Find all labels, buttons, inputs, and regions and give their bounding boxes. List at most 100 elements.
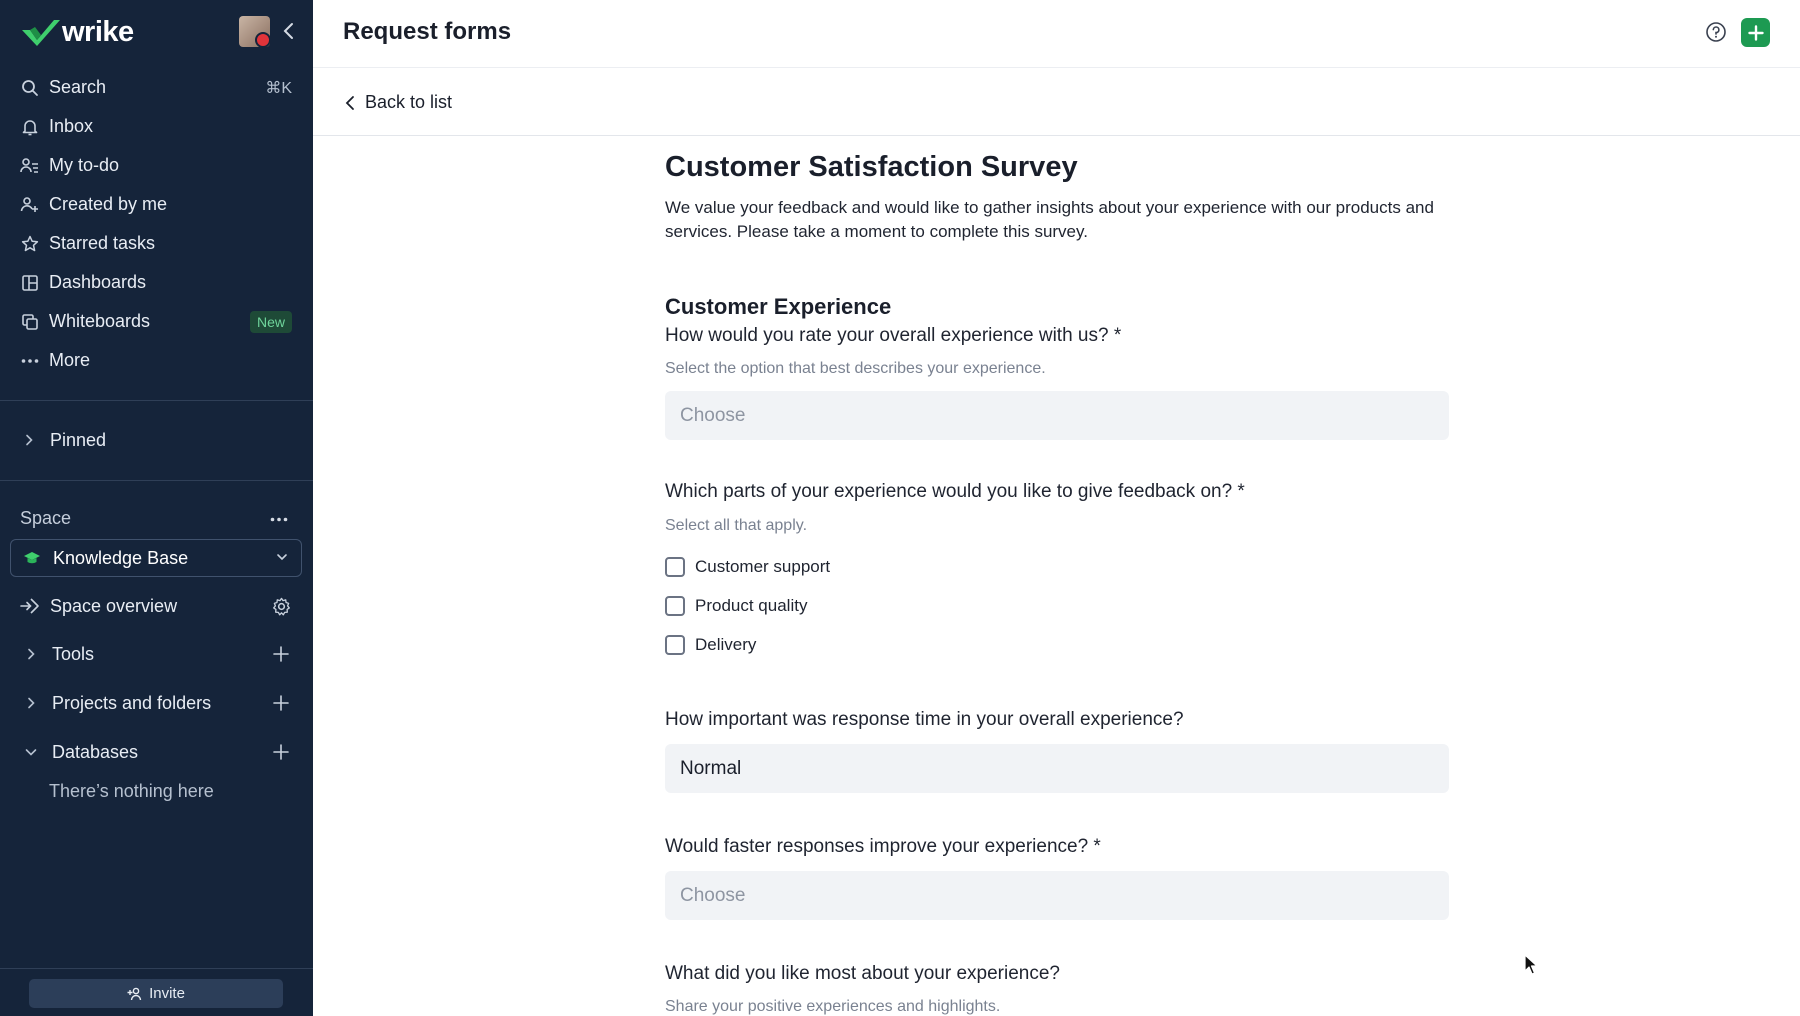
person-list-icon: [20, 156, 39, 175]
question-label: Which parts of your experience would you…: [665, 481, 1245, 502]
sidebar-projects-and-folders[interactable]: Projects and folders: [0, 685, 313, 721]
space-overview[interactable]: Space overview: [0, 588, 313, 624]
nav-my-todo[interactable]: My to-do: [0, 146, 313, 185]
nav-search[interactable]: Search ⌘K: [0, 68, 313, 107]
question-label: How would you rate your overall experien…: [665, 325, 1122, 346]
projects-label: Projects and folders: [52, 692, 212, 713]
databases-label: Databases: [52, 741, 139, 762]
sidebar-divider: [0, 480, 313, 481]
nav-dashboards[interactable]: Dashboards: [0, 263, 313, 302]
collapse-sidebar-button[interactable]: [275, 17, 301, 45]
checkbox-label: Customer support: [695, 557, 831, 576]
invite-button[interactable]: Invite: [29, 979, 283, 1008]
checkbox[interactable]: [665, 596, 685, 616]
nav-label: My to-do: [49, 155, 120, 175]
form-description: We value your feedback and would like to…: [665, 198, 1434, 241]
nav-label: Created by me: [49, 194, 168, 214]
space-label: Space: [20, 508, 72, 528]
avatar[interactable]: [239, 16, 270, 47]
question-label: Would faster responses improve your expe…: [665, 836, 1101, 857]
back-label: Back to list: [365, 92, 453, 112]
pinned-section[interactable]: Pinned: [0, 422, 313, 458]
nav-label: More: [49, 350, 91, 370]
plus-icon: [1747, 24, 1764, 41]
plus-icon[interactable]: [271, 644, 291, 664]
new-badge: New: [249, 310, 292, 333]
star-icon: [20, 234, 39, 253]
top-bar: Request forms: [313, 0, 1800, 68]
chevron-right-icon: [22, 433, 36, 447]
space-more-button[interactable]: [266, 510, 292, 528]
nav-whiteboards[interactable]: Whiteboards New: [0, 302, 313, 341]
response-time-select[interactable]: Normal: [665, 744, 1449, 793]
plus-icon[interactable]: [271, 742, 291, 762]
nav-starred-tasks[interactable]: Starred tasks: [0, 224, 313, 263]
help-icon[interactable]: [1705, 21, 1727, 43]
gear-icon[interactable]: [271, 596, 291, 616]
page-title: Request forms: [343, 18, 512, 45]
main-nav: Search ⌘K Inbox My to-do Created by me S…: [0, 68, 313, 380]
chevron-down-icon: [24, 745, 38, 759]
sidebar: wrike Search ⌘K Inbox My to-do Created b…: [0, 0, 313, 1016]
search-icon: [20, 78, 39, 97]
checkbox-delivery[interactable]: Delivery: [665, 633, 756, 657]
faster-responses-select[interactable]: Choose: [665, 871, 1449, 920]
mouse-cursor-icon: [1524, 954, 1538, 975]
sub-bar: Back to list: [313, 68, 1800, 136]
more-dots-icon: [270, 517, 288, 521]
wrike-logo-icon: [22, 20, 60, 46]
checkbox-product-quality[interactable]: Product quality: [665, 594, 807, 618]
checkbox-label: Delivery: [695, 635, 757, 654]
databases-empty-note: There’s nothing here: [49, 781, 214, 801]
tools-label: Tools: [52, 643, 95, 664]
more-dots-icon: [20, 351, 39, 370]
bell-icon: [20, 117, 39, 136]
checkbox-customer-support[interactable]: Customer support: [665, 555, 830, 579]
back-to-list-link[interactable]: Back to list: [345, 92, 452, 113]
question-label: What did you like most about your experi…: [665, 963, 1060, 984]
dashboard-icon: [20, 273, 39, 292]
nav-label: Starred tasks: [49, 233, 156, 253]
plus-icon[interactable]: [271, 693, 291, 713]
sidebar-databases[interactable]: Databases: [0, 734, 313, 770]
add-button[interactable]: [1741, 18, 1770, 47]
logo[interactable]: wrike: [20, 14, 300, 50]
question-hint: Share your positive experiences and high…: [665, 998, 1001, 1015]
nav-label: Inbox: [49, 116, 94, 136]
sidebar-footer-divider: [0, 968, 313, 969]
nav-more[interactable]: More: [0, 341, 313, 380]
graduation-cap-icon: [24, 552, 40, 564]
chevron-left-icon: [345, 95, 355, 111]
enter-icon: [20, 598, 39, 614]
person-plus-icon: [127, 987, 143, 1001]
chevron-down-icon: [277, 554, 287, 561]
nav-label: Dashboards: [49, 272, 147, 292]
overall-experience-select[interactable]: Choose: [665, 391, 1449, 440]
form-title: Customer Satisfaction Survey: [665, 151, 1078, 183]
question-hint: Select the option that best describes yo…: [665, 360, 1046, 377]
whiteboard-icon: [20, 312, 39, 331]
nav-created-by-me[interactable]: Created by me: [0, 185, 313, 224]
person-plus-icon: [20, 195, 39, 214]
sidebar-tools[interactable]: Tools: [0, 636, 313, 672]
section-title: Customer Experience: [665, 294, 892, 319]
brand-name: wrike: [62, 15, 134, 48]
sidebar-divider: [0, 400, 313, 401]
space-selector[interactable]: Knowledge Base: [10, 539, 302, 577]
main-content: Request forms Back to list Customer Sati…: [313, 0, 1800, 1016]
checkbox-label: Product quality: [695, 596, 808, 615]
chevron-right-icon: [24, 696, 38, 710]
nav-inbox[interactable]: Inbox: [0, 107, 313, 146]
checkbox[interactable]: [665, 557, 685, 577]
invite-label: Invite: [149, 985, 185, 1002]
chevron-right-icon: [24, 647, 38, 661]
checkbox[interactable]: [665, 635, 685, 655]
question-hint: Select all that apply.: [665, 517, 808, 534]
search-shortcut: ⌘K: [265, 79, 292, 97]
space-name: Knowledge Base: [53, 547, 189, 568]
nav-label: Whiteboards: [49, 311, 151, 331]
question-label: How important was response time in your …: [665, 709, 1184, 730]
chevron-left-icon: [283, 23, 293, 39]
space-overview-label: Space overview: [50, 595, 178, 616]
pinned-label: Pinned: [50, 429, 107, 450]
